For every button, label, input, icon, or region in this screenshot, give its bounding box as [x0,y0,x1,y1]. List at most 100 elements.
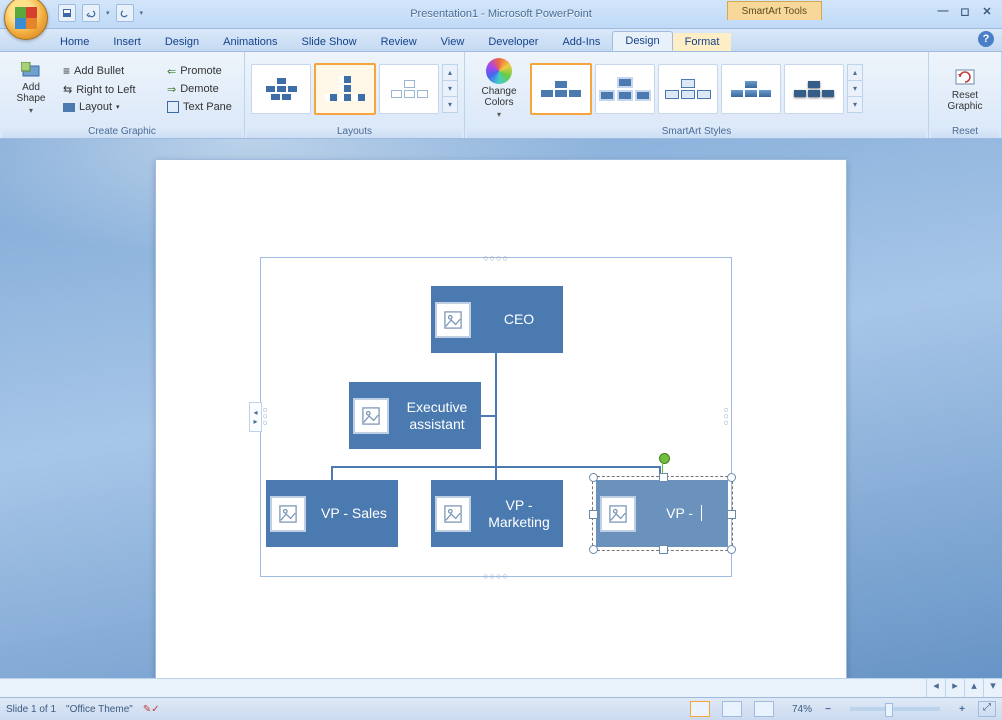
resize-handle[interactable] [727,510,736,519]
picture-placeholder-icon[interactable] [435,302,471,338]
style-option-2[interactable] [595,64,655,114]
reset-graphic-button[interactable]: Reset Graphic [935,54,995,124]
layout-button[interactable]: Layout▾ [58,99,170,115]
view-sorter-button[interactable] [722,701,742,717]
layout-option-3[interactable] [379,64,439,114]
zoom-slider-thumb[interactable] [885,703,893,717]
slide-canvas[interactable]: ○○○○ ○○○○ ○○○ ○○○ ◂▸ CEO [0,139,1002,678]
scroll-right-icon[interactable]: ▸ [945,679,964,697]
tab-slideshow[interactable]: Slide Show [290,33,369,51]
chevron-down-icon: ▾ [116,103,120,111]
style-option-5[interactable] [784,64,844,114]
save-icon[interactable] [58,4,76,22]
zoom-out-button[interactable]: − [822,704,834,715]
undo-caret-icon[interactable]: ▾ [106,9,110,17]
title-bar: ▾ ▾ Presentation1 - Microsoft PowerPoint… [0,0,1002,29]
layout-option-2[interactable] [314,63,376,115]
layout-icon [63,103,75,112]
minimize-button[interactable]: — [934,4,952,18]
promote-button[interactable]: ⇐Promote [162,63,248,80]
chevron-down-icon: ▾ [497,110,501,119]
text-pane-button[interactable]: Text Pane [162,99,248,115]
zoom-percent[interactable]: 74% [792,704,812,715]
picture-placeholder-icon[interactable] [270,496,306,532]
smartart-frame[interactable]: ○○○○ ○○○○ ○○○ ○○○ ◂▸ CEO [260,257,732,577]
group-label: Layouts [247,125,462,138]
tab-addins[interactable]: Add-Ins [550,33,612,51]
zoom-slider[interactable] [850,707,940,711]
node-exec-assistant[interactable]: Executive assistant [349,382,481,449]
more-icon[interactable]: ▾ [443,97,457,112]
slide[interactable]: ○○○○ ○○○○ ○○○ ○○○ ◂▸ CEO [155,159,847,678]
redo-icon[interactable] [116,4,134,22]
style-option-3[interactable] [658,64,718,114]
node-vp-sales[interactable]: VP - Sales [266,480,398,547]
layout-option-1[interactable] [251,64,311,114]
right-to-left-button[interactable]: ⇆Right to Left [58,81,170,98]
next-slide-icon[interactable]: ▾ [983,679,1002,697]
text-pane-icon [167,101,179,113]
qat-customize-caret-icon[interactable]: ▾ [140,9,144,17]
scroll-down-icon[interactable]: ▾ [443,81,457,97]
demote-button[interactable]: ⇒Demote [162,81,248,98]
tab-animations[interactable]: Animations [211,33,289,51]
node-selection[interactable] [592,476,733,551]
chevron-down-icon: ▾ [29,106,33,115]
resize-handle[interactable] [727,473,736,482]
scroll-down-icon[interactable]: ▾ [848,81,862,97]
theme-name: "Office Theme" [66,704,133,715]
slide-count: Slide 1 of 1 [6,704,56,715]
help-icon[interactable]: ? [978,31,994,47]
horizontal-scrollbar[interactable]: ◂ ▸ ▴ ▾ [0,678,1002,697]
restore-button[interactable]: ◻ [956,4,974,18]
scroll-up-icon[interactable]: ▴ [848,65,862,81]
undo-icon[interactable] [82,4,100,22]
zoom-in-button[interactable]: + [956,704,968,715]
resize-handle[interactable] [589,510,598,519]
tab-developer[interactable]: Developer [476,33,550,51]
connector [495,353,497,466]
add-bullet-button[interactable]: ≡Add Bullet [58,62,170,80]
add-shape-button[interactable]: Add Shape ▾ [6,54,56,124]
tab-insert[interactable]: Insert [101,33,153,51]
fit-button[interactable]: ⤢ [978,701,996,717]
tab-smartart-design[interactable]: Design [612,31,672,51]
spell-check-icon[interactable]: ✎✓ [143,704,160,715]
group-create-graphic: Add Shape ▾ ≡Add Bullet ⇆Right to Left L… [0,52,245,138]
style-option-1[interactable] [530,63,592,115]
prev-slide-icon[interactable]: ▴ [964,679,983,697]
tab-smartart-format[interactable]: Format [673,33,732,51]
scroll-left-icon[interactable]: ◂ [926,679,945,697]
resize-handle[interactable] [727,545,736,554]
change-colors-button[interactable]: Change Colors ▾ [471,54,527,124]
group-reset: Reset Graphic Reset [929,52,1002,138]
resize-handle[interactable] [659,545,668,554]
resize-handle[interactable] [589,545,598,554]
resize-handle[interactable] [589,473,598,482]
more-icon[interactable]: ▾ [848,97,862,112]
quick-access-toolbar: ▾ ▾ [50,2,151,24]
layouts-scroll[interactable]: ▴▾▾ [442,64,458,113]
org-chart: CEO Executive assistant VP - Sales [261,258,731,576]
styles-scroll[interactable]: ▴▾▾ [847,64,863,113]
node-label: CEO [475,311,563,327]
tab-view[interactable]: View [429,33,477,51]
tab-review[interactable]: Review [369,33,429,51]
node-ceo[interactable]: CEO [431,286,563,353]
group-layouts: ▴▾▾ Layouts [245,52,465,138]
style-option-4[interactable] [721,64,781,114]
rotate-handle[interactable] [659,453,670,464]
ribbon: Add Shape ▾ ≡Add Bullet ⇆Right to Left L… [0,52,1002,139]
group-label: SmartArt Styles [467,125,926,138]
tab-home[interactable]: Home [48,33,101,51]
resize-handle[interactable] [659,473,668,482]
ribbon-tabs: Home Insert Design Animations Slide Show… [0,29,1002,52]
view-slideshow-button[interactable] [754,701,774,717]
picture-placeholder-icon[interactable] [435,496,471,532]
picture-placeholder-icon[interactable] [353,398,389,434]
view-normal-button[interactable] [690,701,710,717]
close-button[interactable]: ✕ [978,4,996,18]
tab-design[interactable]: Design [153,33,211,51]
scroll-up-icon[interactable]: ▴ [443,65,457,81]
node-vp-marketing[interactable]: VP - Marketing [431,480,563,547]
